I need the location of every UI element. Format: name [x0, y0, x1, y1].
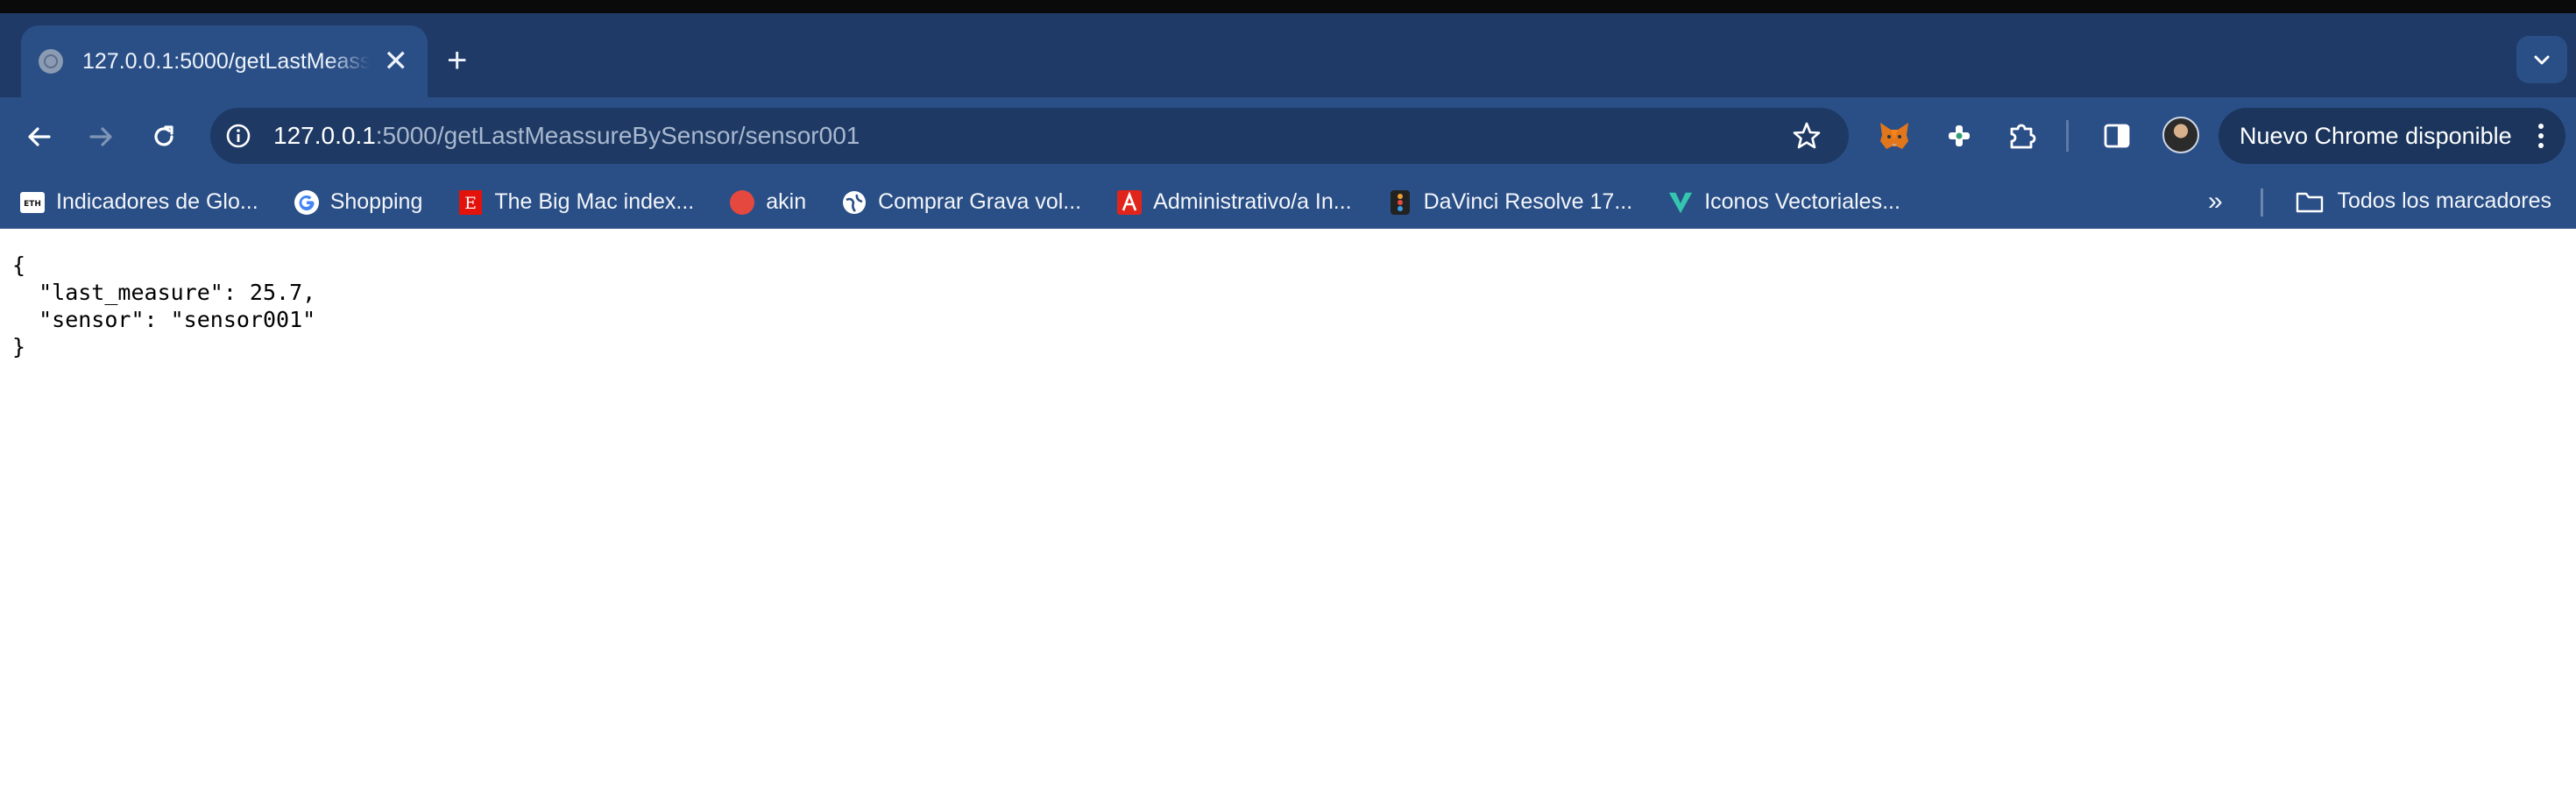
extensions-icon[interactable]	[2003, 117, 2042, 155]
json-line: }	[12, 334, 26, 359]
globe-icon	[841, 189, 867, 216]
site-info-icon[interactable]	[224, 122, 252, 150]
bookmark-item[interactable]: Administrativo/a In...	[1116, 189, 1352, 216]
davinci-icon	[1387, 189, 1413, 216]
url-text[interactable]: 127.0.0.1:5000/getLastMeassureBySensor/s…	[273, 122, 860, 150]
active-tab[interactable]: 127.0.0.1:5000/getLastMeassureBySensor/s…	[21, 25, 428, 97]
bookmark-item[interactable]: Iconos Vectoriales...	[1667, 189, 1900, 216]
globe-icon	[39, 49, 63, 74]
json-line: {	[12, 252, 26, 278]
tab-search-button[interactable]	[2516, 36, 2567, 83]
red-circle-icon	[729, 189, 755, 216]
reload-icon	[154, 125, 173, 146]
json-line: "last_measure": 25.7,	[12, 280, 316, 305]
bookmark-star-icon[interactable]	[1791, 120, 1822, 156]
arrow-left-icon	[28, 127, 51, 146]
puzzle-extension-icon[interactable]	[1940, 117, 1978, 155]
bookmark-item[interactable]: ETH Indicadores de Glo...	[19, 189, 258, 216]
svg-text:E: E	[464, 194, 477, 213]
bookmarks-bar: ETH Indicadores de Glo... Shopping E The…	[0, 176, 2576, 229]
address-bar[interactable]: 127.0.0.1:5000/getLastMeassureBySensor/s…	[210, 108, 1849, 164]
profile-avatar[interactable]	[2162, 117, 2199, 153]
bookmark-label: Shopping	[329, 189, 423, 214]
bookmark-label: akin	[766, 189, 807, 214]
eth-icon: ETH	[19, 189, 46, 216]
json-line: "sensor": "sensor001"	[12, 307, 316, 332]
metamask-extension-icon[interactable]	[1875, 117, 1914, 155]
bookmark-item[interactable]: Comprar Grava vol...	[841, 189, 1081, 216]
all-bookmarks-label: Todos los marcadores	[2337, 188, 2551, 213]
bookmark-item[interactable]: Shopping	[294, 189, 423, 216]
all-bookmarks-button[interactable]: Todos los marcadores	[2295, 188, 2551, 214]
reload-button[interactable]	[144, 117, 184, 157]
forward-button[interactable]	[81, 117, 121, 157]
window-top-strip	[0, 0, 2576, 13]
close-tab-icon[interactable]: ✕	[384, 46, 409, 76]
google-icon	[294, 189, 320, 216]
bookmark-item[interactable]: E The Big Mac index...	[457, 189, 694, 216]
folder-icon	[2295, 189, 2325, 214]
bookmark-label: Comprar Grava vol...	[878, 189, 1082, 214]
economist-icon: E	[457, 189, 484, 216]
chrome-update-button[interactable]: Nuevo Chrome disponible	[2219, 108, 2565, 164]
vector-icon	[1667, 189, 1694, 216]
url-path: :5000/getLastMeassureBySensor/sensor001	[375, 122, 860, 149]
bookmarks-divider	[2261, 188, 2263, 217]
acrobat-icon	[1116, 189, 1143, 216]
menu-dots-icon[interactable]	[2536, 123, 2546, 155]
side-panel-icon[interactable]	[2098, 117, 2136, 155]
bookmark-item[interactable]: DaVinci Resolve 17...	[1387, 189, 1633, 216]
bookmark-item[interactable]: akin	[729, 189, 806, 216]
chevron-down-icon	[2534, 55, 2550, 65]
back-button[interactable]	[19, 117, 60, 157]
new-tab-button[interactable]: +	[447, 43, 467, 78]
browser-toolbar: 127.0.0.1:5000/getLastMeassureBySensor/s…	[0, 97, 2576, 176]
json-response: { "last_measure": 25.7, "sensor": "senso…	[0, 229, 2576, 360]
tab-strip: 127.0.0.1:5000/getLastMeassureBySensor/s…	[0, 13, 2576, 97]
url-host: 127.0.0.1	[273, 122, 376, 149]
arrow-right-icon	[89, 127, 112, 146]
tab-title: 127.0.0.1:5000/getLastMeassureBySensor/s…	[82, 48, 370, 74]
svg-text:ETH: ETH	[24, 200, 41, 209]
bookmark-label: Iconos Vectoriales...	[1704, 189, 1900, 214]
bookmark-label: DaVinci Resolve 17...	[1423, 189, 1633, 214]
toolbar-divider	[2066, 120, 2069, 152]
bookmark-label: The Big Mac index...	[494, 189, 695, 214]
more-bookmarks-icon[interactable]: »	[2208, 187, 2223, 217]
update-label: Nuevo Chrome disponible	[2240, 122, 2512, 149]
bookmark-label: Administrativo/a In...	[1153, 189, 1352, 214]
bookmark-label: Indicadores de Glo...	[56, 189, 258, 214]
